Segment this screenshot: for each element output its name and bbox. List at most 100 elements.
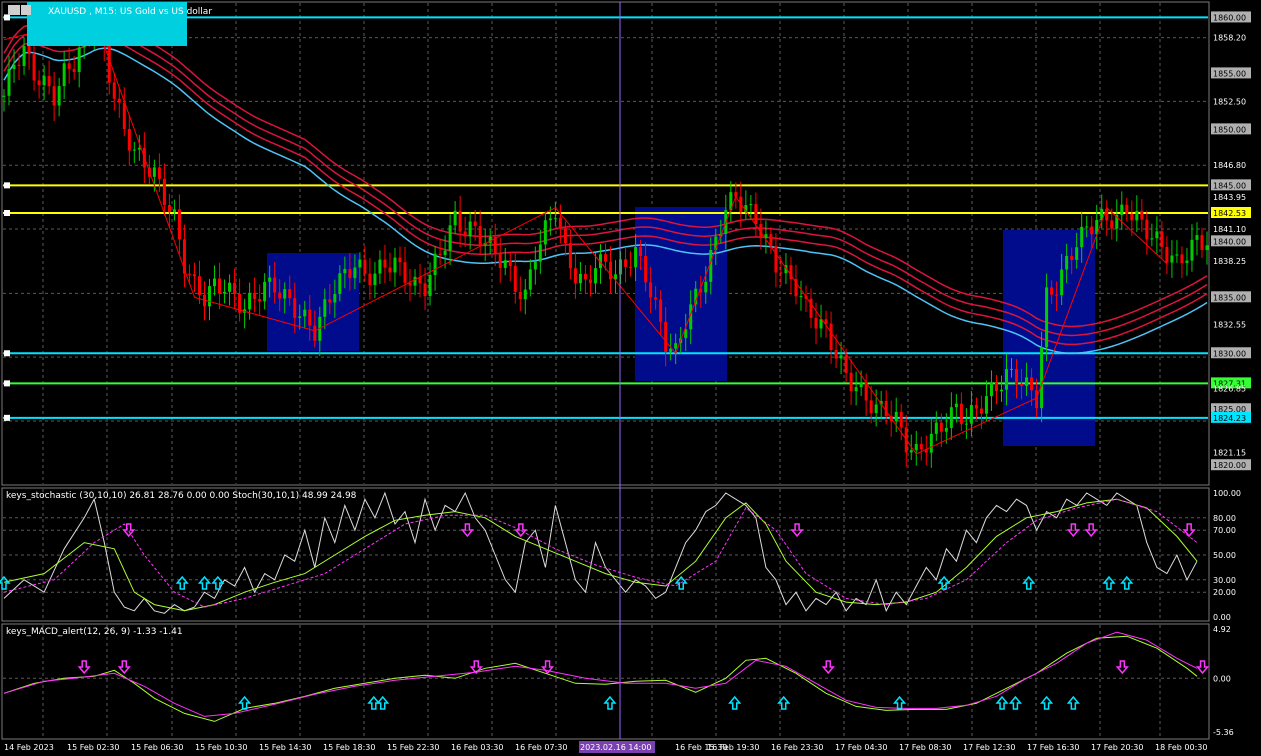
candle-body (508, 260, 512, 266)
candle-body (1060, 269, 1064, 296)
candle-body (624, 259, 628, 267)
candle-body (929, 433, 933, 453)
candle-body (989, 382, 993, 397)
candle-body (799, 296, 803, 298)
candle-body (157, 167, 161, 179)
price-label: 1832.55 (1213, 321, 1246, 330)
candle-body (568, 242, 572, 269)
candle-body (423, 283, 427, 297)
up-arrow-icon (1008, 695, 1023, 710)
candle-body (162, 178, 166, 205)
stochastic-lines (3, 491, 1198, 614)
candle-body (949, 407, 953, 428)
candle-body (313, 325, 317, 341)
candle-body (42, 75, 46, 86)
candle-body (132, 149, 136, 151)
candle-body (994, 382, 998, 392)
candle-body (969, 404, 973, 424)
candle-body (1020, 383, 1024, 386)
candle-body (954, 403, 958, 408)
candle-body (604, 254, 607, 262)
time-label: 2023.02.16 14:00 (580, 743, 651, 752)
time-label: 17 Feb 20:30 (1091, 743, 1143, 752)
candle-body (834, 349, 838, 359)
candle-body (659, 299, 663, 322)
down-arrow-icon (1115, 660, 1129, 675)
candle-body (1205, 245, 1209, 250)
price-label: 1824.23 (1213, 414, 1246, 423)
time-label: 16 Feb 23:30 (771, 743, 823, 752)
macd-axis-label: 4.92 (1213, 625, 1231, 634)
candle-body (844, 355, 848, 373)
candle-body (944, 427, 948, 432)
time-label: 16 Feb 03:30 (451, 743, 503, 752)
candle-body (664, 321, 668, 352)
candle-body (1055, 294, 1059, 296)
candle-body (273, 277, 277, 293)
candle-body (1160, 231, 1164, 247)
candle-body (308, 309, 312, 326)
price-label: 1841.10 (1213, 225, 1246, 234)
down-arrow-icon (821, 660, 835, 675)
candle-body (112, 82, 116, 99)
level-handle (4, 380, 10, 387)
candle-body (363, 259, 367, 274)
candle-body (358, 259, 362, 268)
chart-type-icon[interactable] (21, 5, 31, 15)
candle-body (1170, 255, 1174, 263)
up-arrow-icon (1022, 575, 1036, 590)
candle-body (1075, 247, 1079, 260)
candle-body (248, 292, 252, 310)
candle-body (1135, 210, 1139, 221)
candle-body (583, 273, 587, 280)
candle-body (137, 147, 141, 150)
price-label: 1840.00 (1213, 237, 1246, 246)
candle-body (1015, 368, 1019, 384)
candle-body (27, 46, 31, 55)
candle-body (373, 273, 377, 285)
down-arrow-icon (117, 660, 131, 675)
candle-body (1180, 254, 1184, 264)
candle-body (533, 261, 537, 270)
price-label: 1838.25 (1213, 257, 1246, 266)
candle-body (378, 259, 382, 274)
candle-body (558, 217, 562, 229)
up-arrow-icon (728, 695, 742, 710)
chart-canvas[interactable]: 1860.00 1858.20 1855.00 1852.50 1850.00 1846.… (0, 0, 1261, 756)
stoch-main-line (3, 491, 1198, 614)
candle-body (1080, 226, 1084, 248)
candle-body (403, 262, 407, 283)
down-arrow-icon (122, 523, 136, 538)
price-label: 1830.00 (1213, 349, 1246, 358)
candle-body (258, 299, 262, 302)
candle-body (1040, 347, 1044, 409)
up-arrow-icon (603, 695, 617, 710)
candle-body (298, 316, 302, 318)
candle-body (453, 210, 457, 226)
up-arrow-icon (211, 575, 225, 590)
candle-body (458, 210, 462, 232)
stoch-axis-label: 70.00 (1213, 526, 1236, 535)
candle-body (393, 257, 397, 273)
price-label: 1820.00 (1213, 461, 1246, 470)
candle-body (228, 282, 232, 292)
candle-body (177, 209, 181, 240)
candle-body (348, 268, 352, 279)
candle-body (1050, 287, 1054, 295)
time-label: 17 Feb 08:30 (899, 743, 951, 752)
candle-body (1165, 246, 1169, 263)
price-label: 1842.53 (1213, 209, 1246, 218)
candle-body (37, 80, 41, 86)
stoch-axis-label: 50.00 (1213, 551, 1236, 560)
candle-body (338, 273, 342, 294)
candle-body (443, 250, 447, 255)
candle-body (639, 247, 643, 257)
candle-body (654, 297, 658, 300)
candle-body (1025, 377, 1029, 386)
candle-body (1200, 235, 1204, 250)
candle-body (1145, 219, 1149, 240)
candle-body (62, 63, 66, 87)
candle-body (253, 292, 257, 300)
candle-body (1035, 390, 1039, 409)
chart-menu-icon[interactable] (8, 5, 20, 15)
